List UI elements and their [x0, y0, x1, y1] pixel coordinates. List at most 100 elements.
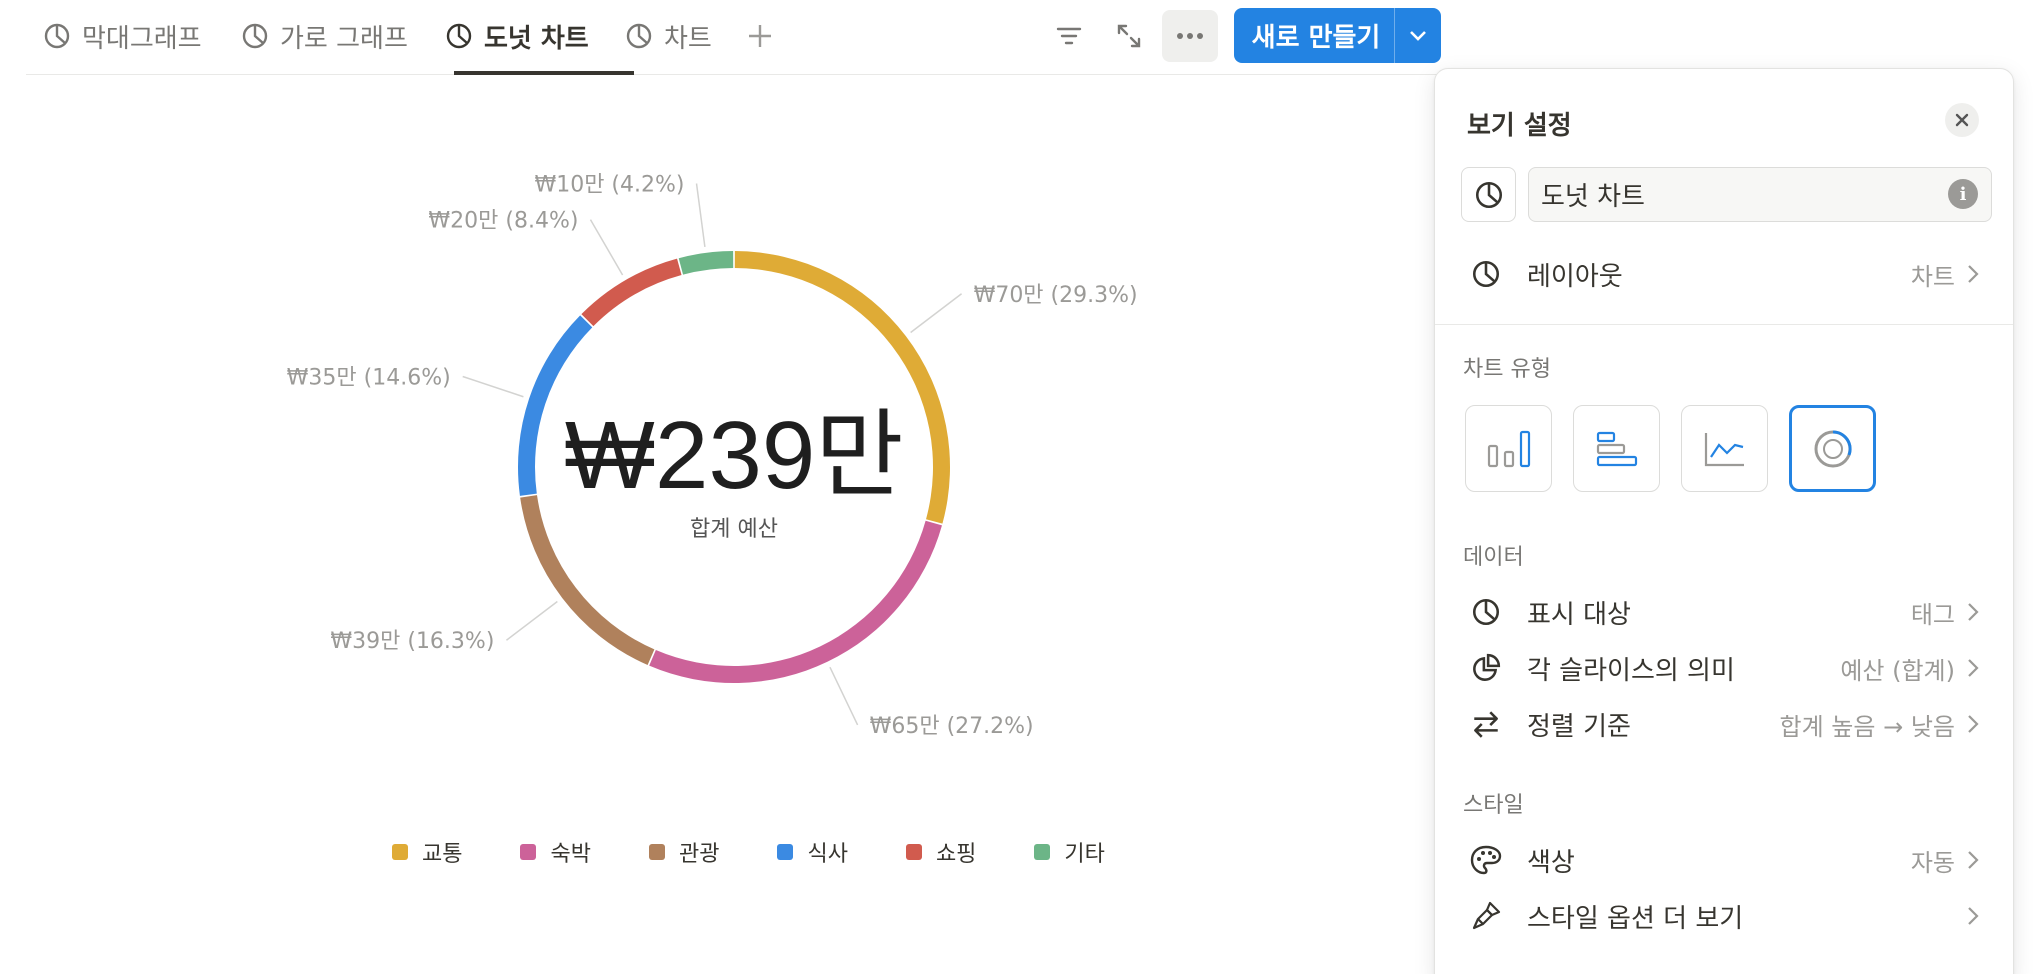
- legend-swatch: [520, 844, 537, 860]
- chart-legend: 교통 숙박 관광 식사 쇼핑 기타: [392, 836, 1163, 868]
- add-view-button[interactable]: [740, 14, 780, 58]
- chevron-right-icon: [1967, 602, 1983, 622]
- layout-row[interactable]: 레이아웃 차트: [1435, 247, 2013, 301]
- brush-icon: [1469, 899, 1503, 933]
- close-button[interactable]: [1945, 103, 1979, 137]
- view-settings-panel: 보기 설정 i 레이아웃 차트 차트 유형 데이터 표시 대상 태그: [1434, 68, 2014, 974]
- legend-label: 쇼핑: [935, 842, 977, 867]
- expand-button[interactable]: [1105, 12, 1153, 60]
- color-row[interactable]: 색상 자동: [1435, 833, 2013, 887]
- slice-label: ₩65만 (27.2%): [870, 714, 1034, 739]
- legend-item[interactable]: 기타: [1034, 836, 1105, 868]
- plus-icon: [749, 25, 771, 47]
- view-name-input[interactable]: [1528, 167, 1992, 222]
- legend-item[interactable]: 교통: [392, 836, 462, 868]
- close-icon: [1955, 113, 1969, 127]
- leader-line: [462, 375, 524, 398]
- tab-chart[interactable]: 차트: [624, 12, 712, 60]
- chevron-right-icon: [1967, 850, 1983, 870]
- legend-swatch: [905, 844, 922, 860]
- legend-swatch: [1034, 844, 1051, 860]
- tab-horizontal-graph[interactable]: 가로 그래프: [240, 12, 408, 60]
- pie-icon: [444, 21, 474, 51]
- data-section-label: 데이터: [1463, 545, 1524, 570]
- chart-type-horizontal-bar[interactable]: [1573, 405, 1660, 492]
- view-icon-picker[interactable]: [1461, 167, 1516, 222]
- legend-label: 숙박: [550, 842, 591, 867]
- slice-label: ₩39만 (16.3%): [330, 629, 494, 654]
- more-options-button[interactable]: [1162, 10, 1218, 62]
- leader-line: [695, 183, 706, 248]
- legend-item[interactable]: 관광: [648, 836, 720, 868]
- legend-label: 관광: [678, 842, 720, 867]
- slice-label: ₩35만 (14.6%): [287, 365, 451, 390]
- row-label: 정렬 기준: [1527, 711, 1631, 742]
- chevron-right-icon: [1967, 264, 1983, 284]
- legend-label: 식사: [807, 842, 848, 867]
- tab-label: 가로 그래프: [280, 23, 408, 54]
- expand-icon: [1117, 24, 1141, 48]
- slice-meaning-row[interactable]: 각 슬라이스의 의미 예산 (합계): [1435, 641, 2013, 695]
- legend-item[interactable]: 식사: [777, 836, 848, 868]
- more-style-options-row[interactable]: 스타일 옵션 더 보기: [1435, 889, 2013, 943]
- slice-label: ₩70만 (29.3%): [974, 283, 1138, 308]
- leader-line: [910, 293, 963, 334]
- leader-line: [589, 219, 624, 276]
- chevron-down-icon: [1410, 30, 1426, 41]
- active-tab-indicator: [454, 71, 634, 75]
- legend-item[interactable]: 쇼핑: [905, 836, 977, 868]
- new-button[interactable]: 새로 만들기: [1234, 8, 1441, 63]
- legend-item[interactable]: 숙박: [520, 836, 591, 868]
- row-label: 레이아웃: [1527, 261, 1623, 292]
- legend-swatch: [648, 844, 665, 860]
- legend-swatch: [392, 844, 408, 860]
- row-value: 자동: [1910, 848, 1955, 877]
- pie-icon: [240, 21, 270, 51]
- legend-label: 교통: [422, 842, 463, 867]
- total-caption: 합계 예산: [690, 517, 778, 542]
- chart-type-bar[interactable]: [1465, 405, 1552, 492]
- horizontal-bar-icon: [1596, 431, 1637, 466]
- new-button-label[interactable]: 새로 만들기: [1234, 8, 1395, 63]
- swap-icon: [1469, 707, 1503, 741]
- row-value: 차트: [1910, 262, 1955, 291]
- sort-row[interactable]: 정렬 기준 합계 높음 → 낮음: [1435, 697, 2013, 751]
- row-value: 태그: [1910, 600, 1955, 629]
- show-target-row[interactable]: 표시 대상 태그: [1435, 585, 2013, 639]
- row-label: 표시 대상: [1527, 599, 1631, 630]
- chevron-right-icon: [1967, 714, 1983, 734]
- bar-chart-icon: [1487, 430, 1530, 467]
- tab-label: 도넛 차트: [484, 23, 589, 54]
- pie-icon: [1469, 257, 1503, 291]
- filter-button[interactable]: [1045, 12, 1093, 60]
- panel-title: 보기 설정: [1467, 111, 1572, 141]
- filter-icon: [1056, 27, 1082, 45]
- chart-type-donut[interactable]: [1789, 405, 1876, 492]
- pie-icon: [624, 21, 654, 51]
- row-label: 스타일 옵션 더 보기: [1527, 903, 1744, 934]
- total-value: ₩239만: [564, 402, 903, 509]
- chart-type-line[interactable]: [1681, 405, 1768, 492]
- donut-slice-기타[interactable]: [678, 251, 734, 275]
- tab-bar-graph[interactable]: 막대그래프: [42, 12, 202, 60]
- donut-slice-숙박[interactable]: [649, 520, 942, 683]
- chevron-right-icon: [1967, 906, 1983, 926]
- donut-chart-icon: [1814, 429, 1852, 467]
- row-value: 합계 높음 → 낮음: [1779, 712, 1955, 741]
- view-tab-bar: 막대그래프 가로 그래프 도넛 차트 차트: [26, 0, 1441, 75]
- pie-icon: [42, 21, 72, 51]
- row-label: 각 슬라이스의 의미: [1527, 655, 1735, 686]
- tab-donut-chart[interactable]: 도넛 차트: [444, 12, 589, 60]
- legend-label: 기타: [1064, 842, 1105, 867]
- chevron-right-icon: [1967, 658, 1983, 678]
- tab-label: 막대그래프: [82, 23, 202, 54]
- legend-swatch: [777, 844, 794, 860]
- new-dropdown-toggle[interactable]: [1395, 8, 1441, 63]
- info-icon[interactable]: i: [1948, 179, 1978, 209]
- pie-icon: [1469, 595, 1503, 629]
- pie-icon: [1475, 181, 1502, 208]
- style-section-label: 스타일: [1463, 793, 1524, 818]
- donut-slice-관광[interactable]: [520, 495, 655, 665]
- donut-slice-쇼핑[interactable]: [581, 258, 682, 327]
- leader-line: [829, 666, 859, 726]
